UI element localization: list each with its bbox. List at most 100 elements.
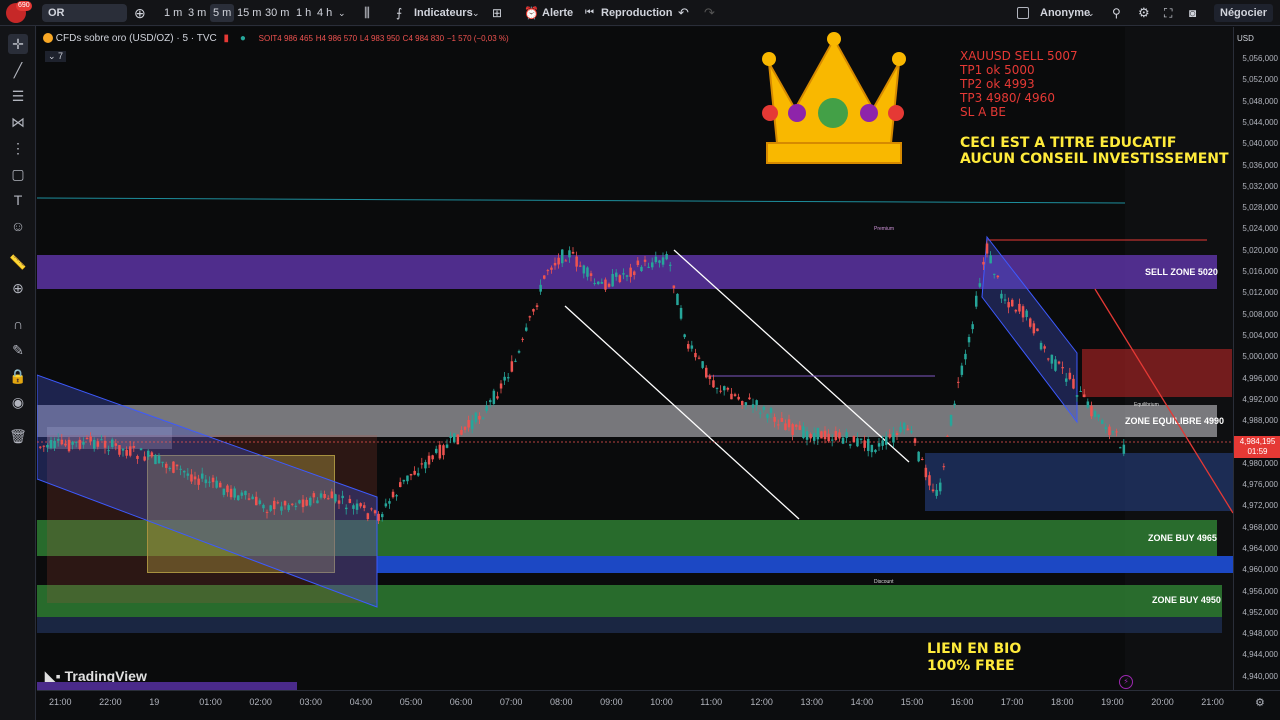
top-toolbar: 690 OR ⊕ 1 m 3 m 5 m 15 m 30 m 1 h 4 h ⌄…: [0, 0, 1280, 26]
candle-body: [161, 461, 164, 463]
undo-icon[interactable]: ↶: [678, 4, 689, 22]
stay-drawing-icon[interactable]: ✎: [8, 340, 28, 360]
candle-body: [420, 463, 424, 465]
candle-body: [474, 412, 478, 423]
candle-body: [687, 344, 690, 349]
layout-name[interactable]: Anonyme: [1040, 4, 1090, 22]
candle-body: [960, 365, 964, 375]
timeframe-15m[interactable]: 15 m: [237, 4, 261, 22]
candle-body: [813, 432, 816, 441]
text-icon[interactable]: T: [8, 190, 28, 210]
timeframe-5m[interactable]: 5 m: [210, 4, 235, 22]
replay-icon[interactable]: ⏮: [585, 4, 594, 22]
candle-body: [953, 403, 956, 406]
chart-pane[interactable]: SELL ZONE 5020 ZONE EQUILIBRE 4990 Equil…: [37, 27, 1233, 690]
candle-body: [643, 259, 647, 262]
timeframe-3m[interactable]: 3 m: [188, 4, 206, 22]
chevron-down-icon[interactable]: ⌄: [1087, 4, 1095, 22]
chevron-down-icon[interactable]: ⌄: [472, 4, 480, 22]
candle-body: [838, 432, 841, 439]
chevron-down-icon[interactable]: ⌄: [338, 4, 346, 22]
candle-body: [107, 450, 110, 452]
legend-close: C4 984 830: [402, 34, 445, 43]
indicators-button[interactable]: Indicateurs: [414, 4, 473, 22]
candle-body: [237, 495, 240, 501]
time-tick: 18:00: [1051, 697, 1074, 707]
flag-icon: ▮: [223, 33, 230, 44]
candle-body: [586, 267, 589, 277]
candle-body: [658, 260, 661, 263]
symbol-legend[interactable]: CFDs sobre oro (USD/OZ) · 5 · TVC ▮ ● SO…: [43, 33, 509, 44]
timeframe-30m[interactable]: 30 m: [265, 4, 289, 22]
candle-body: [669, 264, 672, 266]
scale-settings-icon[interactable]: ⚙: [1255, 696, 1265, 709]
settings-icon[interactable]: ⚙: [1138, 4, 1150, 22]
candle-body: [964, 353, 967, 360]
candle-body: [445, 444, 449, 448]
camera-icon[interactable]: ◙: [1189, 4, 1196, 22]
candle-body: [370, 508, 373, 510]
currency-label[interactable]: USD: [1237, 34, 1254, 43]
timeframe-4h[interactable]: 4 h: [317, 4, 332, 22]
candle-body: [1054, 359, 1057, 371]
candle-body: [957, 381, 960, 383]
add-symbol-icon[interactable]: ⊕: [134, 4, 146, 22]
candle-body: [355, 503, 359, 510]
alarm-clock-icon[interactable]: ⏰: [524, 4, 539, 22]
layouts-icon[interactable]: ⊞: [492, 4, 502, 22]
pattern-icon[interactable]: ⋈: [8, 112, 28, 132]
replay-button[interactable]: Reproduction: [601, 4, 673, 22]
zoom-icon[interactable]: ⊕: [8, 278, 28, 298]
price-tick: 4,996,000: [1242, 373, 1278, 383]
crosshair-icon[interactable]: ✛: [8, 34, 28, 54]
ruler-icon[interactable]: 📏: [8, 252, 28, 272]
candle-body: [924, 467, 928, 478]
chart-type-icon[interactable]: ⫼: [364, 4, 370, 22]
indicators-collapse[interactable]: ⌄ 7: [45, 51, 67, 62]
layout-checkbox-icon[interactable]: [1017, 7, 1029, 19]
candle-body: [805, 431, 809, 440]
candle-body: [856, 438, 859, 447]
indicators-icon[interactable]: ⨍: [396, 4, 402, 22]
price-tick: 4,968,000: [1242, 522, 1278, 532]
candle-body: [413, 470, 416, 475]
candle-body: [849, 444, 852, 446]
candle-body: [136, 456, 139, 459]
fib-icon[interactable]: ☰: [8, 86, 28, 106]
price-tick: 5,008,000: [1242, 309, 1278, 319]
eye-icon[interactable]: ◉: [8, 392, 28, 412]
timeframe-1m[interactable]: 1 m: [164, 4, 182, 22]
forecast-icon[interactable]: ⋮: [8, 138, 28, 158]
trend-line-icon[interactable]: ╱: [8, 60, 28, 80]
trash-icon[interactable]: 🗑: [8, 426, 28, 446]
alert-button[interactable]: Alerte: [542, 4, 573, 22]
candle-body: [553, 262, 557, 266]
candle-body: [489, 400, 492, 403]
candle-body: [305, 499, 308, 506]
candle-body: [906, 428, 910, 431]
candle-body: [651, 262, 654, 268]
search-icon[interactable]: ⚲: [1112, 4, 1121, 22]
timeframe-1h[interactable]: 1 h: [296, 4, 311, 22]
candle-body: [525, 327, 528, 331]
candle-body: [49, 440, 53, 449]
candle-body: [132, 446, 136, 448]
redo-icon[interactable]: ↷: [704, 4, 715, 22]
candle-body: [877, 443, 881, 447]
magnet-icon[interactable]: ∩: [8, 314, 28, 334]
time-scale[interactable]: 21:00 22:00 19 01:00 02:00 03:00 04:00 05:00 06:…: [37, 690, 1280, 720]
candle-body: [928, 475, 931, 486]
shapes-icon[interactable]: ▢: [8, 164, 28, 184]
symbol-search[interactable]: OR: [42, 4, 127, 22]
emoji-icon[interactable]: ☺: [8, 216, 28, 236]
time-tick: 08:00: [550, 697, 573, 707]
price-scale[interactable]: USD 5,056,000 5,052,000 5,048,000 5,044,000…: [1233, 27, 1280, 690]
candle-body: [777, 424, 780, 426]
trade-button[interactable]: Négocier: [1214, 4, 1274, 22]
fullscreen-icon[interactable]: ⛶: [1164, 4, 1172, 22]
lightning-icon[interactable]: ⚡: [1119, 675, 1133, 689]
candle-body: [42, 445, 46, 447]
candle-body: [913, 438, 917, 443]
candle-body: [1000, 293, 1003, 299]
lock-icon[interactable]: 🔒: [8, 366, 28, 386]
